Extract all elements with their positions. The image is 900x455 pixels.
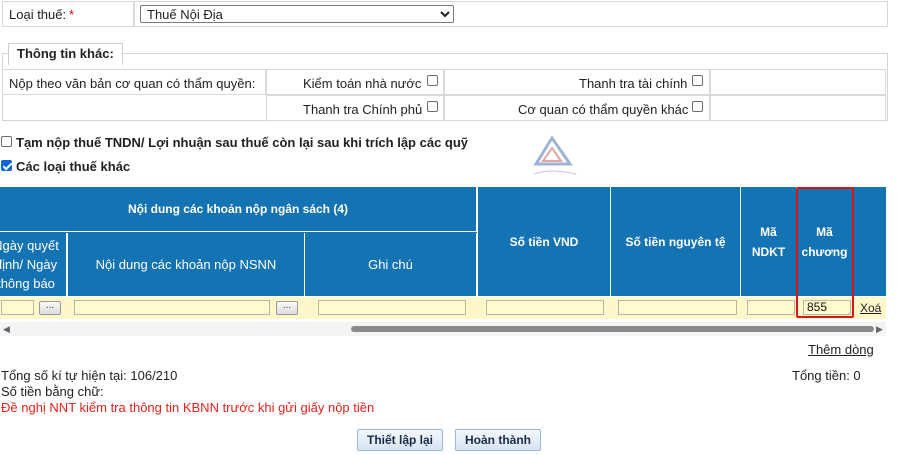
- group-header-text: Nội dung các khoản nộp ngân sách (4): [127, 202, 349, 216]
- grid-header: Nội dung các khoản nộp ngân sách (4) Ngà…: [0, 187, 886, 296]
- col-amount-original: Số tiền nguyên tệ: [611, 187, 741, 296]
- group-header: Nội dung các khoản nộp ngân sách (4): [0, 187, 477, 232]
- financial-inspection-cell: Thanh tra tài chính: [444, 69, 710, 95]
- required-mark: *: [69, 7, 75, 22]
- government-inspection-checkbox[interactable]: [427, 101, 438, 112]
- col-amount-vnd: Số tiền VND: [477, 187, 611, 296]
- col-decision-date-text: Ngày quyết định/ Ngày thông báo: [0, 238, 59, 291]
- scroll-left-icon[interactable]: ◀: [3, 324, 10, 335]
- other-taxes-label: Các loại thuế khác: [16, 159, 131, 174]
- col-amount-vnd-text: Số tiền VND: [509, 234, 579, 249]
- state-audit-checkbox[interactable]: [427, 75, 438, 86]
- watermark-logo: [533, 135, 577, 175]
- col-amount-original-text: Số tiền nguyên tệ: [625, 234, 726, 249]
- warning-text: Đề nghị NNT kiểm tra thông tin KBNN trướ…: [1, 400, 375, 415]
- ma-ndkt-input[interactable]: [747, 300, 795, 315]
- empty-cell-1: [710, 69, 886, 95]
- other-taxes-checkbox[interactable]: [1, 160, 12, 171]
- amount-in-words-label: Số tiền bằng chữ:: [1, 384, 104, 399]
- scroll-right-icon[interactable]: ▶: [876, 324, 883, 335]
- provisional-tax-checkbox[interactable]: [1, 136, 12, 147]
- government-inspection-label: Thanh tra Chính phủ: [303, 102, 423, 117]
- other-authority-checkbox[interactable]: [692, 101, 703, 112]
- state-audit-label: Kiểm toán nhà nước: [303, 76, 422, 91]
- decision-date-input[interactable]: [1, 300, 34, 315]
- col-ma-ndkt: Mã NDKT: [741, 187, 797, 296]
- financial-inspection-label: Thanh tra tài chính: [579, 76, 688, 91]
- tax-type-select[interactable]: Thuế Nội Địa: [140, 5, 454, 23]
- other-info-legend: Thông tin khác:: [8, 43, 123, 65]
- finish-button[interactable]: Hoàn thành: [455, 429, 541, 451]
- submit-by-cell: Nộp theo văn bản cơ quan có thẩm quyền:: [2, 69, 266, 95]
- submit-by-label: Nộp theo văn bản cơ quan có thẩm quyền:: [9, 76, 256, 91]
- empty-cell-2: [710, 95, 886, 121]
- other-authority-label: Cơ quan có thẩm quyền khác: [518, 102, 689, 117]
- col-decision-date: Ngày quyết định/ Ngày thông báo: [0, 233, 67, 296]
- financial-inspection-checkbox[interactable]: [692, 75, 703, 86]
- char-count-text: Tổng số kí tự hiện tại: 106/210: [1, 368, 178, 383]
- col-content-nsnn: Nội dung các khoản nộp NSNN: [67, 233, 305, 296]
- total-amount-text: Tổng tiền: 0: [792, 368, 861, 383]
- amount-original-input[interactable]: [618, 300, 737, 315]
- col-note: Ghi chú: [305, 233, 477, 296]
- ma-chuong-highlight: [796, 187, 854, 318]
- reset-button[interactable]: Thiết lập lại: [357, 429, 443, 451]
- government-inspection-cell: Thanh tra Chính phủ: [266, 95, 444, 121]
- add-row-link[interactable]: Thêm dòng: [808, 342, 874, 357]
- other-authority-cell: Cơ quan có thẩm quyền khác: [444, 95, 710, 121]
- col-note-text: Ghi chú: [368, 256, 413, 272]
- amount-vnd-input[interactable]: [486, 300, 604, 315]
- scrollbar-thumb[interactable]: [351, 326, 874, 332]
- horizontal-scrollbar[interactable]: ◀ ▶: [0, 322, 886, 336]
- content-nsnn-picker-button[interactable]: ...: [276, 301, 298, 315]
- col-content-nsnn-text: Nội dung các khoản nộp NSNN: [95, 256, 277, 272]
- note-input[interactable]: [318, 300, 466, 315]
- col-ma-ndkt-text: Mã NDKT: [751, 224, 786, 259]
- tax-type-label-cell: Loại thuế: *: [2, 1, 134, 27]
- delete-row-link[interactable]: Xoá: [860, 301, 881, 315]
- tax-type-label: Loại thuế:: [9, 7, 67, 22]
- state-audit-cell: Kiểm toán nhà nước: [266, 69, 444, 95]
- provisional-tax-label: Tạm nộp thuế TNDN/ Lợi nhuận sau thuế cò…: [16, 135, 469, 150]
- decision-date-picker-button[interactable]: ...: [39, 301, 61, 315]
- content-nsnn-input[interactable]: [74, 300, 270, 315]
